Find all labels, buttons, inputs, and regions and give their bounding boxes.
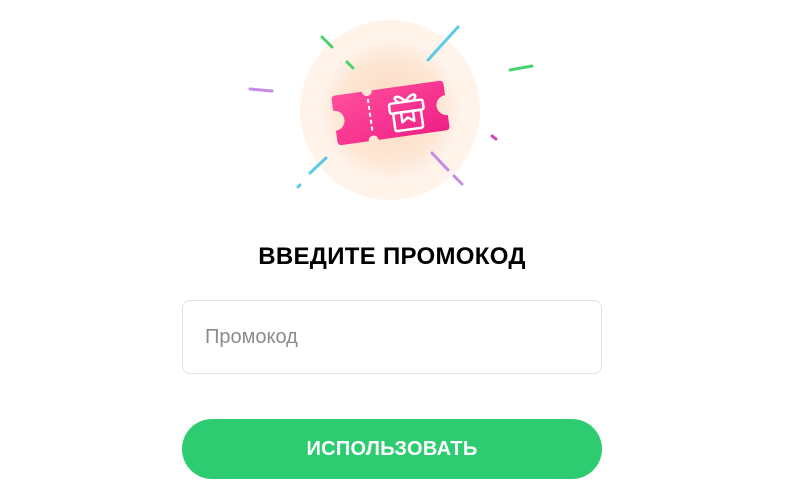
confetti-green-3: [508, 64, 534, 72]
confetti-green-1: [320, 35, 334, 49]
promo-illustration: [248, 20, 534, 200]
use-promo-button[interactable]: ИСПОЛЬЗОВАТЬ: [182, 419, 602, 479]
page-title: ВВЕДИТЕ ПРОМОКОД: [258, 243, 526, 270]
confetti-magenta-1: [490, 134, 498, 141]
confetti-purple-3: [452, 174, 464, 186]
confetti-purple-1: [248, 87, 274, 93]
promo-code-page: ВВЕДИТЕ ПРОМОКОД ИСПОЛЬЗОВАТЬ: [0, 0, 800, 498]
promo-code-input[interactable]: [182, 300, 602, 374]
confetti-blue-3: [296, 183, 302, 189]
